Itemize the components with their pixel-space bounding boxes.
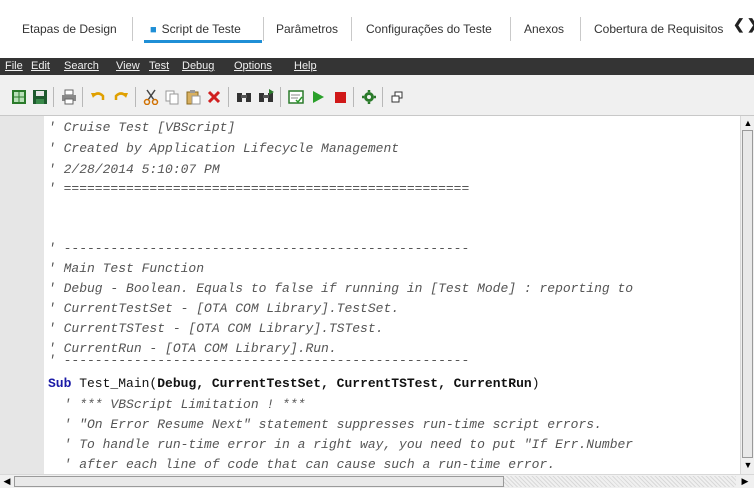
redo-icon[interactable] xyxy=(112,88,130,106)
save-icon[interactable] xyxy=(31,88,49,106)
menu-debug[interactable]: Debug xyxy=(182,58,214,75)
tab-label: Etapas de Design xyxy=(22,22,117,36)
tab-etapas-de-design[interactable]: Etapas de Design xyxy=(22,0,117,46)
cut-icon[interactable] xyxy=(142,88,160,106)
menu-bar: File Edit Search View Test Debug Options… xyxy=(0,58,754,75)
scroll-up-arrow-icon[interactable]: ▲ xyxy=(743,118,753,128)
code-area[interactable]: ' Cruise Test [VBScript] ' Created by Ap… xyxy=(44,116,740,474)
code-line: ' *** VBScript Limitation ! *** xyxy=(48,397,306,412)
scroll-right-arrow-icon[interactable]: ▶ xyxy=(740,476,750,486)
toolbar-divider xyxy=(53,87,54,107)
scroll-down-arrow-icon[interactable]: ▼ xyxy=(743,460,753,470)
code-line: ' Created by Application Lifecycle Manag… xyxy=(48,141,400,156)
toolbar-divider xyxy=(82,87,83,107)
paste-icon[interactable] xyxy=(184,88,202,106)
horizontal-scroll-thumb[interactable] xyxy=(14,476,504,487)
sub-name: Test_Main( xyxy=(71,376,158,391)
stop-icon[interactable] xyxy=(331,88,349,106)
toolbar-divider xyxy=(228,87,229,107)
script-editor[interactable]: ' Cruise Test [VBScript] ' Created by Ap… xyxy=(0,116,754,488)
tab-label: Anexos xyxy=(524,22,565,36)
code-line: ' 2/28/2014 5:10:07 PM xyxy=(48,162,220,177)
menu-file[interactable]: File xyxy=(5,58,23,75)
horizontal-scroll-track[interactable] xyxy=(504,476,736,487)
menu-edit[interactable]: Edit xyxy=(31,58,50,75)
code-line: ' --------------------------------------… xyxy=(48,353,470,368)
code-line: ' Debug - Boolean. Equals to false if ru… xyxy=(48,281,634,296)
tab-configuracoes-do-teste[interactable]: Configurações do Teste xyxy=(366,0,492,46)
print-icon[interactable] xyxy=(60,88,78,106)
code-line: ' Cruise Test [VBScript] xyxy=(48,120,236,135)
sub-close: ) xyxy=(531,376,540,391)
tab-divider xyxy=(351,17,352,41)
tab-script-de-teste[interactable]: ■ Script de Teste xyxy=(144,0,262,43)
code-line: ' To handle run-time error in a right wa… xyxy=(48,437,634,452)
undo-icon[interactable] xyxy=(89,88,107,106)
grid-icon[interactable] xyxy=(10,88,28,106)
tab-divider xyxy=(263,17,264,41)
delete-icon[interactable] xyxy=(205,88,223,106)
code-line: ' Main Test Function xyxy=(48,261,205,276)
tab-scroll-arrows-icon[interactable]: ❮❯ xyxy=(733,16,754,33)
gear-icon[interactable] xyxy=(360,88,378,106)
menu-test[interactable]: Test xyxy=(149,58,169,75)
run-icon[interactable] xyxy=(309,88,327,106)
toolbar-divider xyxy=(382,87,383,107)
code-line: ' "On Error Resume Next" statement suppr… xyxy=(48,417,602,432)
editor-gutter xyxy=(0,116,45,474)
code-line: ' CurrentTSTest - [OTA COM Library].TSTe… xyxy=(48,321,384,336)
tab-anexos[interactable]: Anexos xyxy=(524,0,564,46)
tab-divider xyxy=(132,17,133,41)
menu-search[interactable]: Search xyxy=(64,58,99,75)
find-icon[interactable] xyxy=(235,88,253,106)
tab-cobertura-de-requisitos[interactable]: Cobertura de Requisitos xyxy=(594,0,723,46)
copy-icon[interactable] xyxy=(163,88,181,106)
scroll-left-arrow-icon[interactable]: ◀ xyxy=(2,476,12,486)
tab-label: Parâmetros xyxy=(276,22,339,36)
toolbar-divider xyxy=(280,87,281,107)
window-icon[interactable] xyxy=(388,88,406,106)
active-tab-dot-icon: ■ xyxy=(150,24,157,36)
sub-declaration-line: Sub Test_Main(Debug, CurrentTestSet, Cur… xyxy=(48,375,540,393)
find-next-icon[interactable] xyxy=(257,88,275,106)
tab-parametros[interactable]: Parâmetros xyxy=(276,0,338,46)
code-line: ' ======================================… xyxy=(48,181,470,196)
toolbar-divider xyxy=(135,87,136,107)
menu-help[interactable]: Help xyxy=(294,58,317,75)
toolbar xyxy=(0,75,754,116)
code-line: ' after each line of code that can cause… xyxy=(48,457,556,472)
syntax-check-icon[interactable] xyxy=(287,88,305,106)
tab-label: Cobertura de Requisitos xyxy=(594,22,724,36)
tab-divider xyxy=(580,17,581,41)
tab-label: Configurações do Teste xyxy=(366,22,492,36)
tab-strip: Etapas de Design ■ Script de Teste Parâme… xyxy=(0,0,754,46)
code-line: ' CurrentTestSet - [OTA COM Library].Tes… xyxy=(48,301,400,316)
code-line: ' --------------------------------------… xyxy=(48,241,470,256)
horizontal-scrollbar[interactable]: ◀ ▶ xyxy=(0,474,754,488)
vertical-scroll-thumb[interactable] xyxy=(742,130,753,458)
sub-params: Debug, CurrentTestSet, CurrentTSTest, Cu… xyxy=(157,376,532,391)
menu-view[interactable]: View xyxy=(116,58,140,75)
toolbar-divider xyxy=(353,87,354,107)
sub-keyword: Sub xyxy=(48,376,72,391)
menu-options[interactable]: Options xyxy=(234,58,272,75)
vertical-scrollbar[interactable]: ▲ ▼ xyxy=(740,116,754,474)
tab-divider xyxy=(510,17,511,41)
tab-label: Script de Teste xyxy=(161,22,241,36)
